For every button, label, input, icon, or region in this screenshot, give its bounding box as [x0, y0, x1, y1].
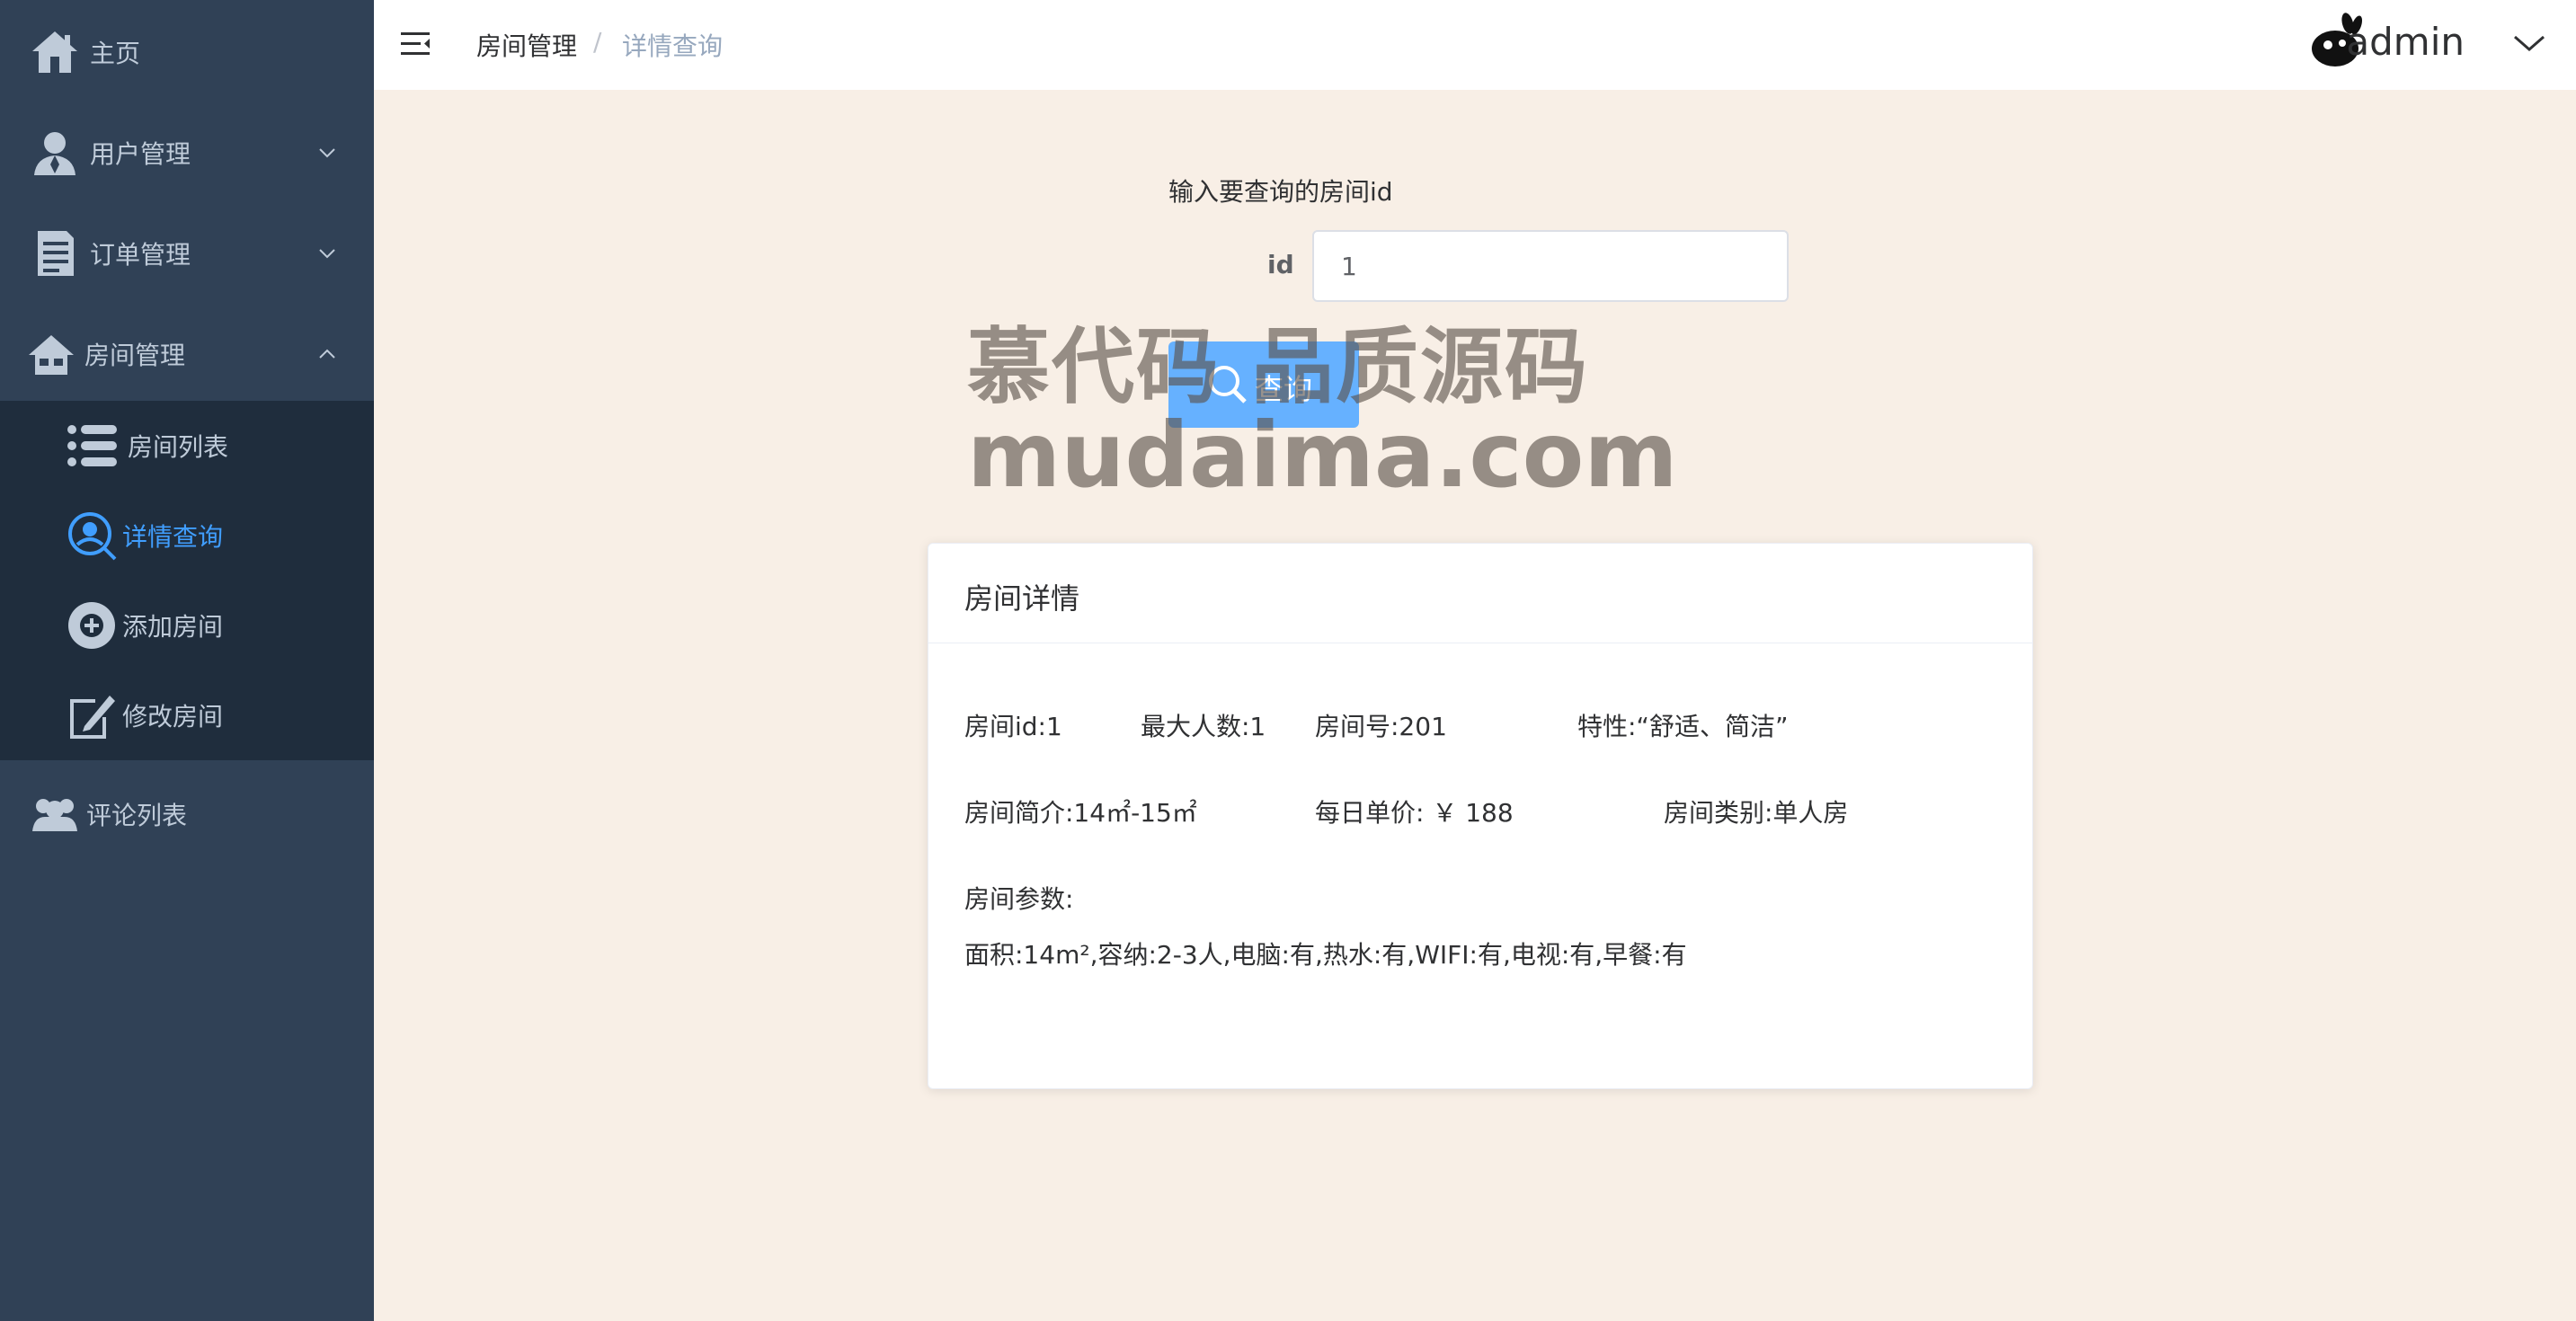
- menu-fold-icon[interactable]: [401, 31, 431, 58]
- sidebar-item-label: 详情查询: [122, 522, 224, 552]
- sidebar-item-label: 修改房间: [122, 702, 224, 731]
- list-icon: [67, 425, 117, 466]
- intro-field: 房间简介:14㎡-15㎡: [964, 798, 1197, 828]
- card-header: 房间详情: [928, 544, 2032, 643]
- house-icon: [29, 335, 74, 375]
- sidebar-item-label: 房间列表: [128, 432, 229, 462]
- sidebar: 主页 用户管理 订单管理 房间管理 房间列表 详情查询 添加房间 修改房间 评论…: [0, 0, 374, 1321]
- user-admin-icon: [34, 132, 76, 175]
- room-type-field: 房间类别:单人房: [1664, 798, 1849, 828]
- params-value: 面积:14m²,容纳:2-3人,电脑:有,热水:有,WIFI:有,电视:有,早餐…: [964, 940, 1687, 970]
- sidebar-item-label: 主页: [90, 39, 141, 68]
- room-id-field: 房间id:1: [964, 712, 1062, 741]
- sidebar-item-add-room[interactable]: 添加房间: [0, 581, 374, 670]
- edit-icon: [70, 696, 115, 739]
- breadcrumb-separator: /: [593, 27, 602, 57]
- sidebar-item-comment-list[interactable]: 评论列表: [0, 764, 374, 864]
- chevron-down-icon: [319, 249, 335, 259]
- card-title: 房间详情: [964, 581, 1080, 616]
- users-group-icon: [32, 799, 77, 831]
- sidebar-item-label: 添加房间: [122, 612, 224, 642]
- sidebar-item-label: 用户管理: [90, 139, 191, 169]
- max-people-field: 最大人数:1: [1141, 712, 1266, 741]
- breadcrumb-room-mgmt[interactable]: 房间管理: [476, 27, 577, 63]
- username[interactable]: admin: [2346, 20, 2465, 64]
- room-detail-card: 房间详情 房间id:1 最大人数:1 房间号:201 特性:“舒适、简洁” 房间…: [928, 543, 2033, 1089]
- room-number-field: 房间号:201: [1315, 712, 1447, 741]
- user-search-icon: [68, 512, 117, 561]
- chevron-down-icon: [319, 148, 335, 158]
- room-id-input[interactable]: [1312, 230, 1789, 302]
- chevron-down-icon[interactable]: [2513, 34, 2545, 52]
- order-document-icon: [38, 231, 74, 276]
- sidebar-item-edit-room[interactable]: 修改房间: [0, 670, 374, 760]
- price-field: 每日单价: ￥ 188: [1315, 798, 1514, 828]
- sidebar-item-room-list[interactable]: 房间列表: [0, 401, 374, 491]
- sidebar-item-order-mgmt[interactable]: 订单管理: [0, 203, 374, 304]
- watermark-line-2: mudaima.com: [967, 403, 1678, 508]
- id-label: id: [1267, 250, 1294, 279]
- sidebar-item-label: 房间管理: [84, 341, 186, 370]
- feature-field: 特性:“舒适、简洁”: [1577, 712, 1789, 741]
- home-icon: [32, 31, 77, 73]
- sidebar-item-home[interactable]: 主页: [0, 2, 374, 102]
- form-hint: 输入要查询的房间id: [1168, 177, 1393, 207]
- sidebar-item-user-mgmt[interactable]: 用户管理: [0, 102, 374, 203]
- top-header: 房间管理 / 详情查询 admin: [374, 0, 2576, 90]
- params-label: 房间参数:: [964, 884, 1074, 914]
- sidebar-item-label: 订单管理: [90, 240, 191, 270]
- room-submenu: 房间列表 详情查询 添加房间 修改房间: [0, 401, 374, 760]
- sidebar-item-room-mgmt[interactable]: 房间管理: [0, 304, 374, 404]
- sidebar-item-label: 评论列表: [86, 801, 188, 830]
- chevron-up-icon: [319, 349, 335, 359]
- breadcrumb-current: 详情查询: [622, 31, 724, 61]
- add-circle-icon: [68, 602, 115, 649]
- sidebar-item-detail-query[interactable]: 详情查询: [0, 491, 374, 581]
